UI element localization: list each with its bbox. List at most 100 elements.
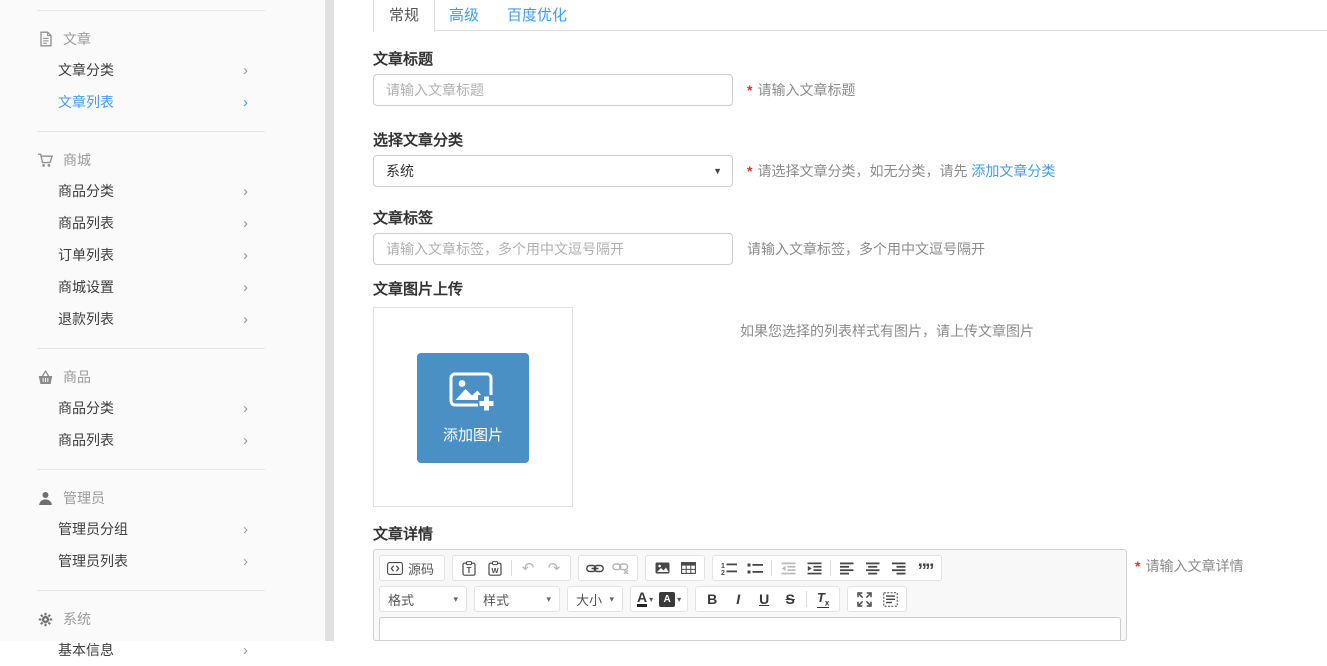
align-center-icon [866,562,880,575]
bulleted-list-button[interactable] [742,556,768,580]
format-dropdown-label: 格式 [388,590,414,609]
insert-table-button[interactable] [675,556,701,580]
underline-button[interactable]: U [751,587,777,611]
bold-icon: B [707,591,717,607]
underline-icon: U [759,591,769,607]
blockquote-icon: ”” [918,567,933,577]
article-tags-input[interactable] [373,233,733,265]
mall-icon [37,152,54,168]
insert-image-button[interactable] [649,556,675,580]
align-left-button[interactable] [834,556,860,580]
italic-button[interactable]: I [725,587,751,611]
article-tags-hint: 请输入文章标签，多个用中文逗号隔开 [747,239,985,259]
sidebar-section-article[interactable]: 文章 [0,24,325,54]
sidebar-section-admin[interactable]: 管理员 [0,483,325,513]
paste-as-text-button[interactable]: T [456,556,482,580]
chevron-right-icon: › [243,554,248,569]
style-dropdown[interactable]: 样式 ▾ [474,586,560,612]
tab-general[interactable]: 常规 [373,0,435,32]
sidebar-divider [37,10,265,11]
sidebar-scrollbar[interactable] [325,0,334,641]
sidebar-divider [37,348,265,349]
sidebar-item-label: 退款列表 [58,309,114,329]
add-image-icon [449,372,497,414]
article-title-input[interactable] [373,74,733,106]
sidebar-item-mall-settings[interactable]: 商城设置 › [0,271,325,303]
sidebar-item-goods-list[interactable]: 商品列表 › [0,424,325,456]
blockquote-button[interactable]: ”” [912,556,938,580]
article-detail-hint: *请输入文章详情 [1135,556,1243,576]
add-image-button[interactable]: 添加图片 [417,353,529,463]
tab-baidu-seo[interactable]: 百度优化 [493,0,581,30]
sidebar: 文章 文章分类 › 文章列表 › 商城 商品分类 › 商品列表 › 订单列表 [0,0,325,641]
outdent-button[interactable] [775,556,801,580]
undo-button[interactable]: ↶ [515,556,541,580]
add-image-label: 添加图片 [443,424,503,445]
redo-icon: ↷ [548,561,561,576]
paste-from-word-button[interactable]: W [482,556,508,580]
text-color-icon: A [637,591,647,607]
sidebar-item-goods-category[interactable]: 商品分类 › [0,392,325,424]
chevron-right-icon: › [243,184,248,199]
sidebar-item-basic-info[interactable]: 基本信息 › [0,634,325,666]
unlink-button[interactable] [608,556,634,580]
editor-content-area[interactable] [379,617,1121,641]
chevron-down-icon: ▾ [649,595,653,604]
sidebar-item-admin-group[interactable]: 管理员分组 › [0,513,325,545]
sidebar-item-refund-list[interactable]: 退款列表 › [0,303,325,335]
insert-image-icon [655,562,670,574]
sidebar-section-mall[interactable]: 商城 [0,145,325,175]
sidebar-item-article-list[interactable]: 文章列表 › [0,86,325,118]
align-center-button[interactable] [860,556,886,580]
link-button[interactable] [582,556,608,580]
tab-advanced[interactable]: 高级 [435,0,493,30]
link-icon [586,563,604,574]
sidebar-item-admin-list[interactable]: 管理员列表 › [0,545,325,577]
sidebar-divider [37,131,265,132]
sidebar-item-article-category[interactable]: 文章分类 › [0,54,325,86]
align-right-button[interactable] [886,556,912,580]
sidebar-item-label: 文章列表 [58,92,114,112]
toolbar-separator [806,591,807,607]
numbered-list-button[interactable]: 12 [716,556,742,580]
outdent-icon [781,562,796,575]
maximize-icon [857,592,872,607]
unlink-icon [612,562,630,574]
tab-bar: 常规 高级 百度优化 [373,0,1327,31]
sidebar-divider [37,469,265,470]
insert-table-icon [681,562,696,574]
sidebar-item-order-list[interactable]: 订单列表 › [0,239,325,271]
chevron-right-icon: › [243,433,248,448]
svg-text:T: T [467,566,472,575]
sidebar-section-system[interactable]: 系统 [0,604,325,634]
chevron-right-icon: › [243,280,248,295]
add-category-link[interactable]: 添加文章分类 [971,163,1055,179]
format-dropdown[interactable]: 格式 ▾ [379,586,467,612]
article-tags-label: 文章标签 [373,211,1327,226]
size-dropdown[interactable]: 大小 ▾ [567,586,623,612]
strikethrough-button[interactable]: S [777,587,803,611]
editor-toolbar-row2: 格式 ▾ 样式 ▾ 大小 ▾ A [374,581,1126,612]
redo-button[interactable]: ↷ [541,556,567,580]
indent-button[interactable] [801,556,827,580]
rich-text-editor: 源码 T W ↶ ↷ [373,549,1127,641]
required-asterisk: * [747,163,752,179]
sidebar-item-product-category[interactable]: 商品分类 › [0,175,325,207]
maximize-button[interactable] [851,587,877,611]
sidebar-section-goods[interactable]: 商品 [0,362,325,392]
sidebar-item-product-list[interactable]: 商品列表 › [0,207,325,239]
text-color-button[interactable]: A ▾ [634,587,656,611]
remove-format-button[interactable]: Tx [810,587,836,611]
paste-word-icon: W [488,561,502,576]
sidebar-item-label: 文章分类 [58,60,114,80]
chevron-down-icon: ▾ [546,594,551,605]
bold-button[interactable]: B [699,587,725,611]
show-blocks-button[interactable] [877,587,903,611]
source-code-label: 源码 [408,559,434,578]
article-category-select[interactable]: 系统 ▼ [373,155,733,187]
image-upload-box[interactable]: 添加图片 [373,307,573,507]
source-code-button[interactable]: 源码 [383,556,441,580]
source-code-icon [387,562,403,575]
strikethrough-icon: S [785,591,794,607]
background-color-button[interactable]: A ▾ [656,587,684,611]
